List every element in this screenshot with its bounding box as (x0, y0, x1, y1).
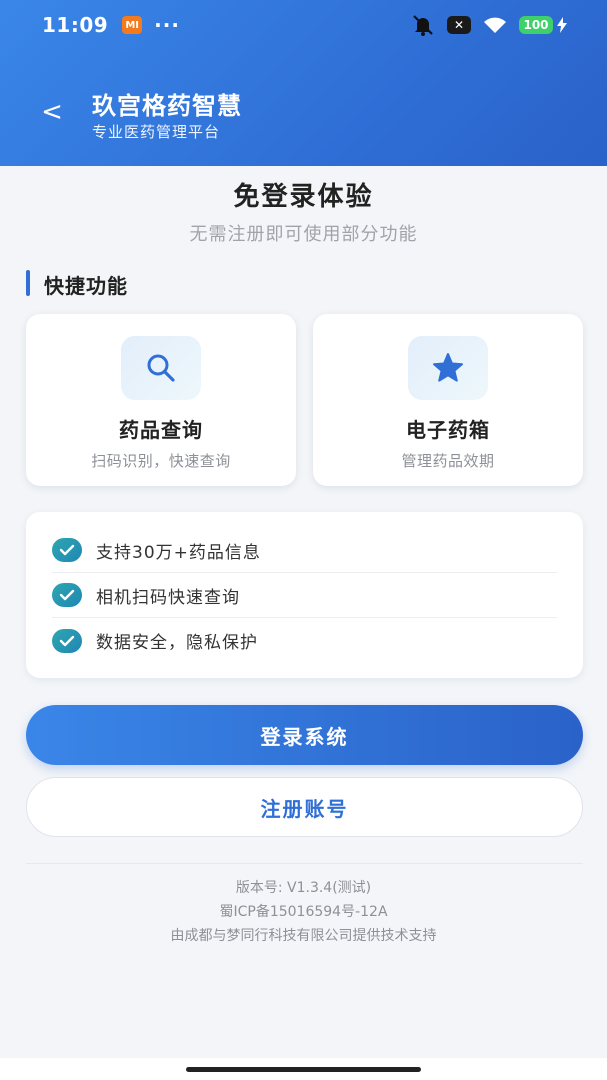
card-title: 药品查询 (119, 418, 203, 442)
status-time: 11:09 (42, 13, 109, 37)
wifi-icon (484, 17, 506, 33)
medicine-box-card[interactable]: 电子药箱 管理药品效期 (313, 314, 583, 486)
feature-text: 支持30万+药品信息 (96, 542, 261, 563)
login-button[interactable]: 登录系统 (26, 705, 583, 765)
drug-search-icon-box (121, 336, 201, 400)
feature-list: 支持30万+药品信息 相机扫码快速查询 数据安全，隐私保护 (26, 512, 583, 678)
star-icon (433, 353, 463, 382)
feature-item: 相机扫码快速查询 (52, 573, 557, 618)
medicine-box-icon-box (408, 336, 488, 400)
feature-item: 数据安全，隐私保护 (52, 618, 557, 663)
mute-icon (413, 15, 433, 36)
home-indicator[interactable] (186, 1067, 421, 1072)
status-bar: 11:09 MI ··· ✕ 100 (0, 0, 607, 50)
support-text: 由成都与梦同行科技有限公司提供技术支持 (170, 928, 437, 944)
notification-x-icon: ✕ (447, 16, 471, 34)
feature-text: 相机扫码快速查询 (96, 587, 240, 608)
page-title: 免登录体验 (233, 182, 374, 212)
check-icon (52, 538, 82, 562)
card-desc: 管理药品效期 (401, 452, 495, 470)
section-title: 快捷功能 (44, 274, 128, 298)
mi-icon: MI (122, 16, 143, 34)
drug-search-card[interactable]: 药品查询 扫码识别，快速查询 (26, 314, 296, 486)
section-accent-bar (26, 270, 30, 296)
charging-icon (557, 17, 567, 33)
battery-icon: 100 (519, 16, 553, 34)
register-button[interactable]: 注册账号 (26, 777, 583, 837)
check-icon (52, 628, 82, 653)
footer-divider (26, 863, 583, 864)
app-subtitle: 专业医药管理平台 (92, 123, 221, 141)
feature-item: 支持30万+药品信息 (52, 528, 557, 573)
check-icon (52, 583, 82, 607)
feature-text: 数据安全，隐私保护 (96, 633, 258, 653)
more-notifications-icon: ··· (154, 13, 180, 37)
back-button[interactable]: < (34, 92, 70, 132)
header: 11:09 MI ··· ✕ 100 < 玖宫格药智慧 专业医药管理平台 (0, 0, 607, 166)
card-title: 电子药箱 (406, 418, 490, 442)
card-desc: 扫码识别，快速查询 (91, 452, 231, 470)
icp-link[interactable]: 蜀ICP备15016594号-12A (0, 901, 607, 921)
search-icon (147, 354, 175, 382)
app-title: 玖宫格药智慧 (92, 92, 242, 120)
version-text: 版本号: V1.3.4(测试) (235, 880, 372, 896)
page-subtitle: 无需注册即可使用部分功能 (189, 224, 418, 245)
status-icons: ✕ 100 (411, 14, 567, 36)
